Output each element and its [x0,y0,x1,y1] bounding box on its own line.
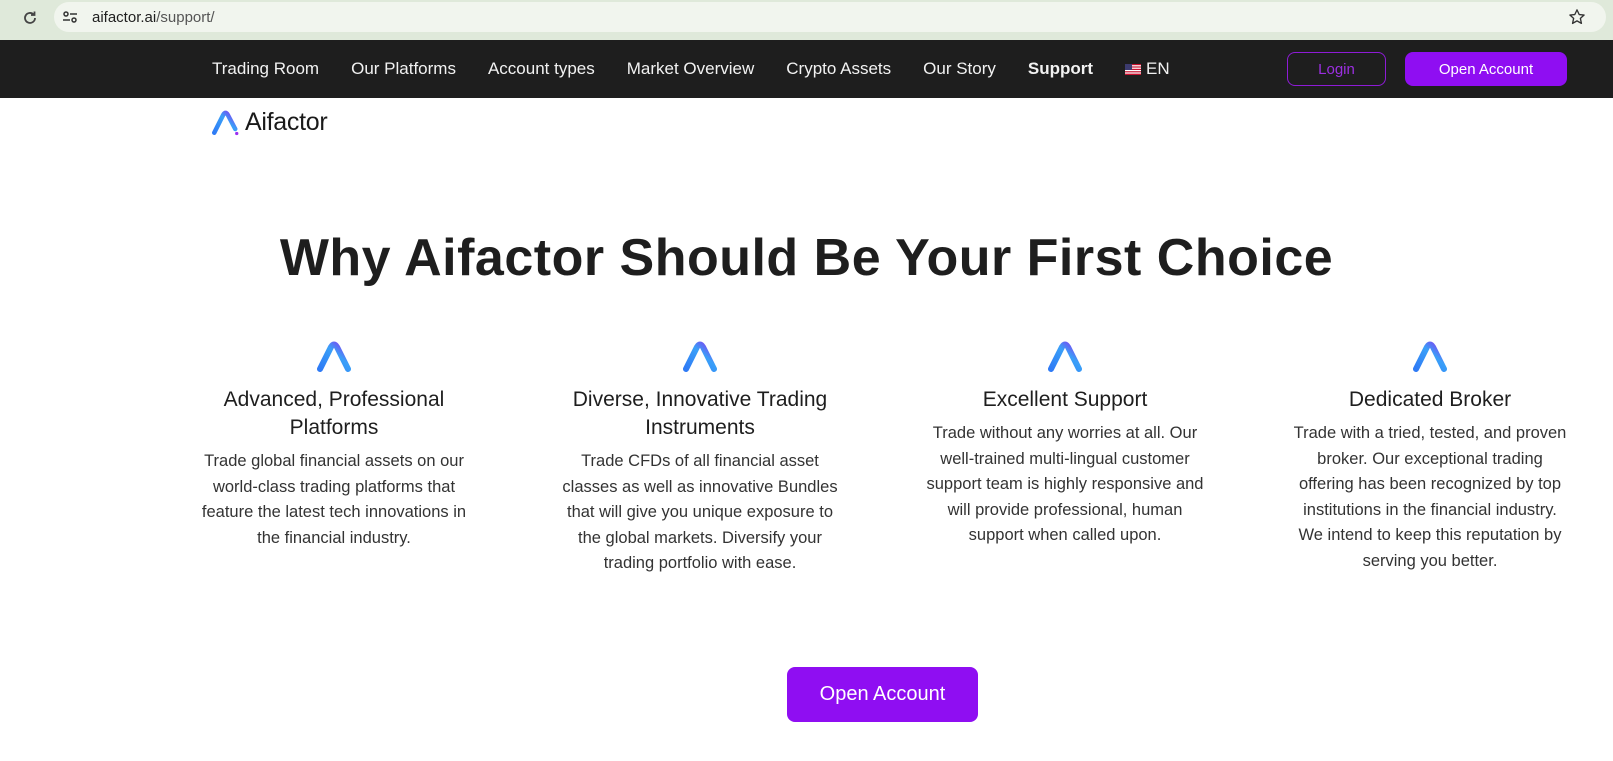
login-button[interactable]: Login [1287,52,1386,86]
url-path: /support/ [156,9,215,26]
bookmark-star-icon[interactable] [1566,6,1588,28]
url-domain: aifactor.ai [92,9,157,26]
nav-link-market-overview[interactable]: Market Overview [627,59,755,79]
nav-link-our-story[interactable]: Our Story [923,59,996,79]
browser-toolbar: aifactor.ai/support/ [0,0,1613,40]
aifactor-feature-icon [683,341,717,372]
open-account-nav-button[interactable]: Open Account [1405,52,1567,86]
aifactor-feature-icon [317,341,351,372]
feature-title: Diverse, Innovative Trading Instruments [572,388,828,439]
feature-title: Excellent Support [982,388,1148,411]
aifactor-logo-icon [212,110,239,135]
us-flag-icon [1125,63,1142,75]
feature-title: Dedicated Broker [1348,388,1512,411]
site-settings-icon[interactable] [62,9,78,25]
open-account-cta-button[interactable]: Open Account [787,667,978,722]
brand-logo[interactable]: Aifactor [212,108,328,137]
address-bar[interactable]: aifactor.ai/support/ [54,2,1606,32]
nav-link-crypto-assets[interactable]: Crypto Assets [786,59,891,79]
feature-card: Excellent Support Trade without any worr… [925,340,1205,549]
feature-card: Dedicated Broker Trade with a tried, tes… [1290,340,1570,574]
nav-links: Trading Room Our Platforms Account types… [212,40,1170,98]
logo-wordmark: Aifactor [245,108,328,136]
feature-description: Trade CFDs of all financial asset classe… [562,452,838,572]
aifactor-feature-icon [1048,341,1082,372]
language-selector[interactable]: EN [1125,59,1170,79]
feature-card: Advanced, Professional Platforms Trade g… [194,340,474,551]
site-navbar: Trading Room Our Platforms Account types… [0,40,1613,98]
nav-link-account-types[interactable]: Account types [488,59,595,79]
aifactor-feature-icon [1413,341,1447,372]
page-heading: Why Aifactor Should Be Your First Choice [279,229,1334,287]
feature-description: Trade without any worries at all. Our we… [926,424,1204,544]
feature-description: Trade with a tried, tested, and proven b… [1293,424,1567,570]
feature-card: Diverse, Innovative Trading Instruments … [560,340,840,577]
url-text[interactable]: aifactor.ai/support/ [92,9,215,26]
feature-description: Trade global financial assets on our wor… [201,452,467,547]
nav-link-trading-room[interactable]: Trading Room [212,59,319,79]
reload-icon[interactable] [18,6,42,30]
language-label: EN [1146,59,1170,78]
feature-title: Advanced, Professional Platforms [223,388,445,439]
nav-link-support[interactable]: Support [1028,59,1093,79]
nav-link-our-platforms[interactable]: Our Platforms [351,59,456,79]
